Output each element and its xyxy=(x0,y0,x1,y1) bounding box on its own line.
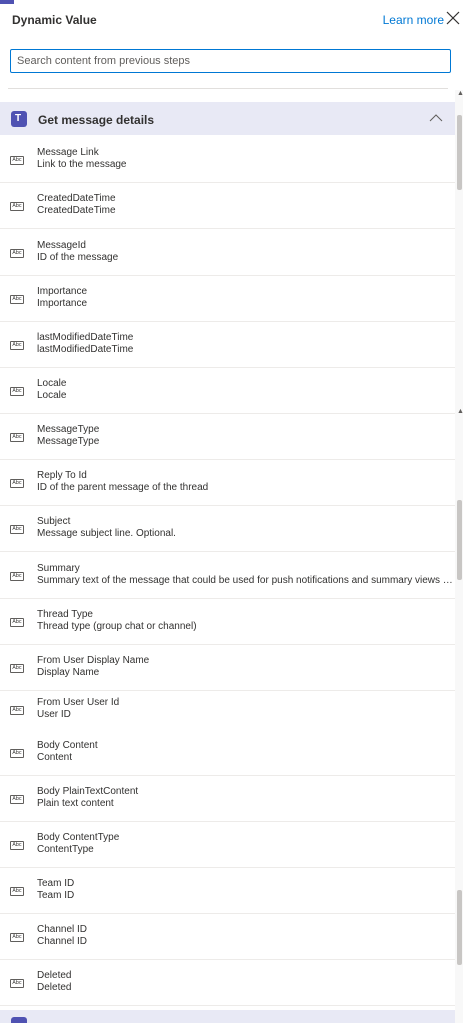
item-name: Team ID xyxy=(37,878,75,889)
search-box xyxy=(10,49,451,73)
section-title: Get message details xyxy=(38,113,155,127)
item-name: Deleted xyxy=(37,970,72,981)
item-name: Channel ID xyxy=(37,924,88,935)
item-name: lastModifiedDateTime xyxy=(37,332,134,343)
text-type-icon: Abc xyxy=(10,479,24,488)
item-description: Link to the message xyxy=(37,159,127,170)
list-item[interactable]: Abc Importance Importance xyxy=(0,276,455,322)
text-type-icon: Abc xyxy=(10,841,24,850)
text-type-icon: Abc xyxy=(10,387,24,396)
scroll-marker-icon: ▲ xyxy=(457,408,463,415)
item-description: Team ID xyxy=(37,890,75,901)
item-description: ContentType xyxy=(37,844,94,855)
list-item[interactable]: Abc Deleted Deleted xyxy=(0,960,455,1006)
list-item[interactable]: Abc Body Content Content xyxy=(0,729,455,776)
text-type-icon: Abc xyxy=(10,572,24,581)
list-item[interactable]: Abc Thread Type Thread type (group chat or… xyxy=(0,599,455,645)
item-description: ID of the parent message of the thread xyxy=(37,482,209,493)
item-name: MessageType xyxy=(37,424,100,435)
close-button[interactable] xyxy=(443,8,463,28)
item-description: Plain text content xyxy=(37,798,114,809)
item-description: Message subject line. Optional. xyxy=(37,528,176,539)
teams-icon xyxy=(11,1017,27,1023)
item-description: Importance xyxy=(37,298,88,309)
section-header-get-message-details[interactable]: T Get message details xyxy=(0,102,455,135)
item-name: Message Link xyxy=(37,147,99,158)
list-item[interactable]: Abc Locale Locale xyxy=(0,368,455,414)
list-item[interactable]: Abc From User User Id User ID xyxy=(0,691,455,729)
item-name: MessageId xyxy=(37,240,86,251)
list-item[interactable]: Abc MessageId ID of the message xyxy=(0,229,455,276)
item-name: Body PlainTextContent xyxy=(37,786,139,797)
item-description: Locale xyxy=(37,390,67,401)
chevron-up-icon[interactable] xyxy=(429,113,443,123)
list-item[interactable]: Abc Reply To Id ID of the parent message o… xyxy=(0,460,455,506)
scroll-up-icon[interactable]: ▲ xyxy=(457,90,463,97)
list-item[interactable]: Abc lastModifiedDateTime lastModifiedDateT… xyxy=(0,322,455,368)
text-type-icon: Abc xyxy=(10,525,24,534)
list-item[interactable]: Abc Summary Summary text of the message th… xyxy=(0,552,455,599)
list-item[interactable]: Abc Team ID Team ID xyxy=(0,868,455,914)
list-item[interactable]: Abc Message Link Link to the message xyxy=(0,137,455,183)
item-name: From User Display Name xyxy=(37,655,150,666)
dynamic-value-panel: Dynamic Value Learn more T Get message d… xyxy=(0,0,463,1023)
item-description: Thread type (group chat or channel) xyxy=(37,621,197,632)
list-item[interactable]: Abc From User Display Name Display Name xyxy=(0,645,455,691)
divider xyxy=(8,88,448,89)
item-description: Display Name xyxy=(37,667,100,678)
text-type-icon: Abc xyxy=(10,664,24,673)
text-type-icon: Abc xyxy=(10,202,24,211)
list-item[interactable]: Abc Body PlainTextContent Plain text conte… xyxy=(0,776,455,822)
text-type-icon: Abc xyxy=(10,887,24,896)
text-type-icon: Abc xyxy=(10,295,24,304)
list-item[interactable]: Abc CreatedDateTime CreatedDateTime xyxy=(0,183,455,229)
item-description: CreatedDateTime xyxy=(37,205,116,216)
text-type-icon: Abc xyxy=(10,249,24,258)
item-description: ID of the message xyxy=(37,252,119,263)
text-type-icon: Abc xyxy=(10,979,24,988)
item-name: Body ContentType xyxy=(37,832,120,843)
text-type-icon: Abc xyxy=(10,795,24,804)
item-name: Importance xyxy=(37,286,88,297)
scrollbar-thumb[interactable] xyxy=(457,500,462,580)
item-description: Channel ID xyxy=(37,936,88,947)
text-type-icon: Abc xyxy=(10,341,24,350)
item-description: lastModifiedDateTime xyxy=(37,344,134,355)
item-description: User ID xyxy=(37,709,71,720)
next-section-header[interactable] xyxy=(0,1010,455,1023)
item-description: Deleted xyxy=(37,982,72,993)
text-type-icon: Abc xyxy=(10,433,24,442)
item-description: MessageType xyxy=(37,436,100,447)
item-description: Content xyxy=(37,752,73,763)
learn-more-link[interactable]: Learn more xyxy=(383,13,444,27)
item-name: Body Content xyxy=(37,740,98,751)
item-name: Locale xyxy=(37,378,67,389)
text-type-icon: Abc xyxy=(10,933,24,942)
panel-title: Dynamic Value xyxy=(12,13,97,27)
text-type-icon: Abc xyxy=(10,749,24,758)
item-name: Reply To Id xyxy=(37,470,87,481)
scrollbar-thumb[interactable] xyxy=(457,890,462,965)
item-name: CreatedDateTime xyxy=(37,193,116,204)
item-description: Summary text of the message that could b… xyxy=(37,575,455,586)
list-item[interactable]: Abc Channel ID Channel ID xyxy=(0,914,455,960)
list-item[interactable]: Abc Body ContentType ContentType xyxy=(0,822,455,868)
scrollbar-thumb[interactable] xyxy=(457,115,462,190)
close-icon xyxy=(446,11,460,25)
list-item[interactable]: Abc Subject Message subject line. Optional… xyxy=(0,506,455,552)
panel-header: Dynamic Value Learn more xyxy=(0,0,463,40)
text-type-icon: Abc xyxy=(10,156,24,165)
teams-icon: T xyxy=(11,111,27,127)
text-type-icon: Abc xyxy=(10,706,24,715)
text-type-icon: Abc xyxy=(10,618,24,627)
search-input[interactable] xyxy=(11,50,450,72)
item-name: Thread Type xyxy=(37,609,93,620)
item-name: Summary xyxy=(37,563,80,574)
list-item[interactable]: Abc MessageType MessageType xyxy=(0,414,455,460)
item-name: Subject xyxy=(37,516,71,527)
item-name: From User User Id xyxy=(37,697,120,708)
dynamic-content-list: Abc Message Link Link to the message Abc Cre… xyxy=(0,137,455,1006)
